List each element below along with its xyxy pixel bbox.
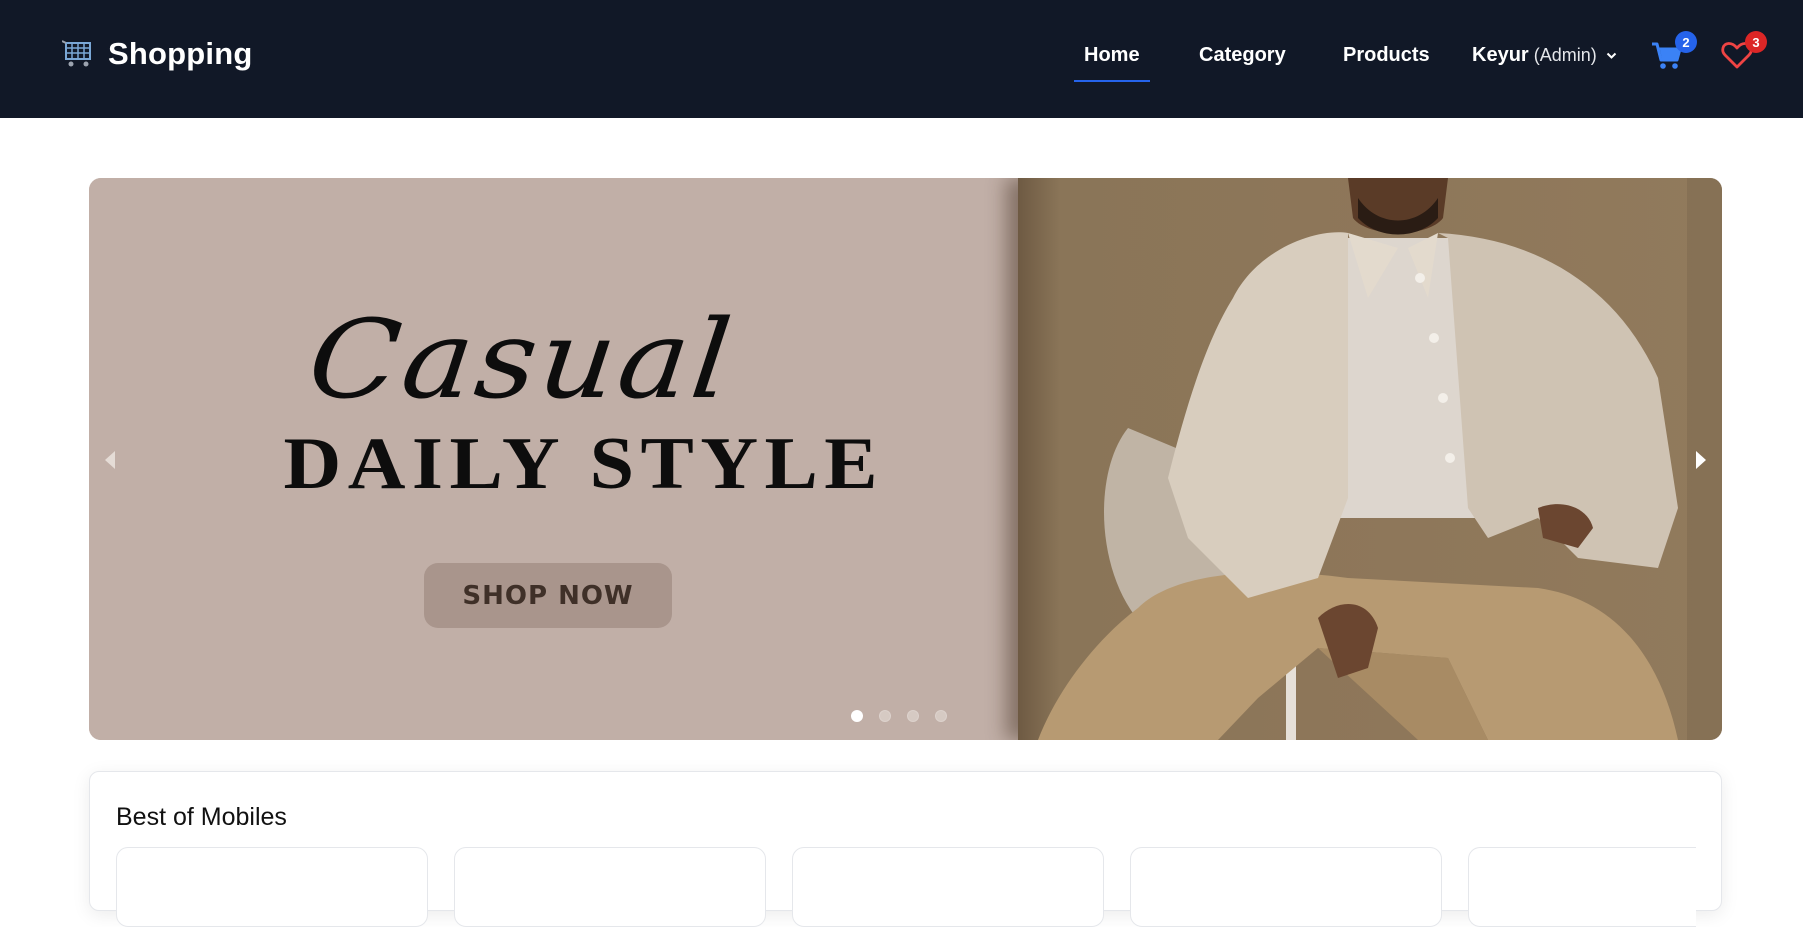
hero-carousel: Casual DAILY STYLE SHOP NOW (89, 178, 1722, 740)
shopping-cart-icon (62, 40, 91, 67)
shop-now-button[interactable]: SHOP NOW (424, 563, 672, 628)
user-role: (Admin) (1533, 45, 1597, 65)
best-of-mobiles-section: Best of Mobiles (89, 771, 1722, 927)
carousel-prev-button[interactable] (95, 440, 125, 480)
active-link-underline (1074, 80, 1150, 82)
wishlist-button[interactable]: 3 (1720, 31, 1767, 72)
carousel-next-button[interactable] (1686, 440, 1716, 480)
banner-model-image (1018, 178, 1722, 740)
banner-headline: DAILY STYLE (283, 423, 885, 505)
banner-text-panel: Casual DAILY STYLE SHOP NOW (89, 178, 1019, 740)
product-card[interactable] (454, 847, 766, 927)
nav-link-home[interactable]: Home (1084, 44, 1140, 67)
model-photo-illustration (1038, 178, 1678, 740)
cart-button[interactable]: 2 (1650, 31, 1697, 72)
banner-script-title: Casual (302, 296, 741, 423)
wishlist-count-badge: 3 (1745, 31, 1767, 53)
carousel-dot-2[interactable] (879, 710, 891, 722)
nav-link-category[interactable]: Category (1199, 44, 1286, 67)
carousel-dot-1[interactable] (851, 710, 863, 722)
chevron-right-icon (1696, 451, 1706, 469)
brand-link[interactable]: Shopping (62, 36, 253, 72)
brand-name: Shopping (108, 36, 253, 71)
carousel-dot-3[interactable] (907, 710, 919, 722)
chevron-down-icon (1606, 52, 1616, 59)
cart-count-badge: 2 (1675, 31, 1697, 53)
nav-link-products[interactable]: Products (1343, 44, 1430, 67)
product-card[interactable] (116, 847, 428, 927)
chevron-left-icon (105, 451, 115, 469)
user-name: Keyur (1472, 44, 1529, 66)
section-title: Best of Mobiles (116, 803, 287, 831)
carousel-indicators (851, 710, 947, 722)
product-card[interactable] (1468, 847, 1696, 927)
product-card[interactable] (792, 847, 1104, 927)
user-menu-dropdown[interactable]: Keyur (Admin) (1472, 44, 1617, 67)
product-card[interactable] (1130, 847, 1442, 927)
navbar: Shopping Home Category Products Keyur (A… (0, 0, 1803, 118)
carousel-dot-4[interactable] (935, 710, 947, 722)
